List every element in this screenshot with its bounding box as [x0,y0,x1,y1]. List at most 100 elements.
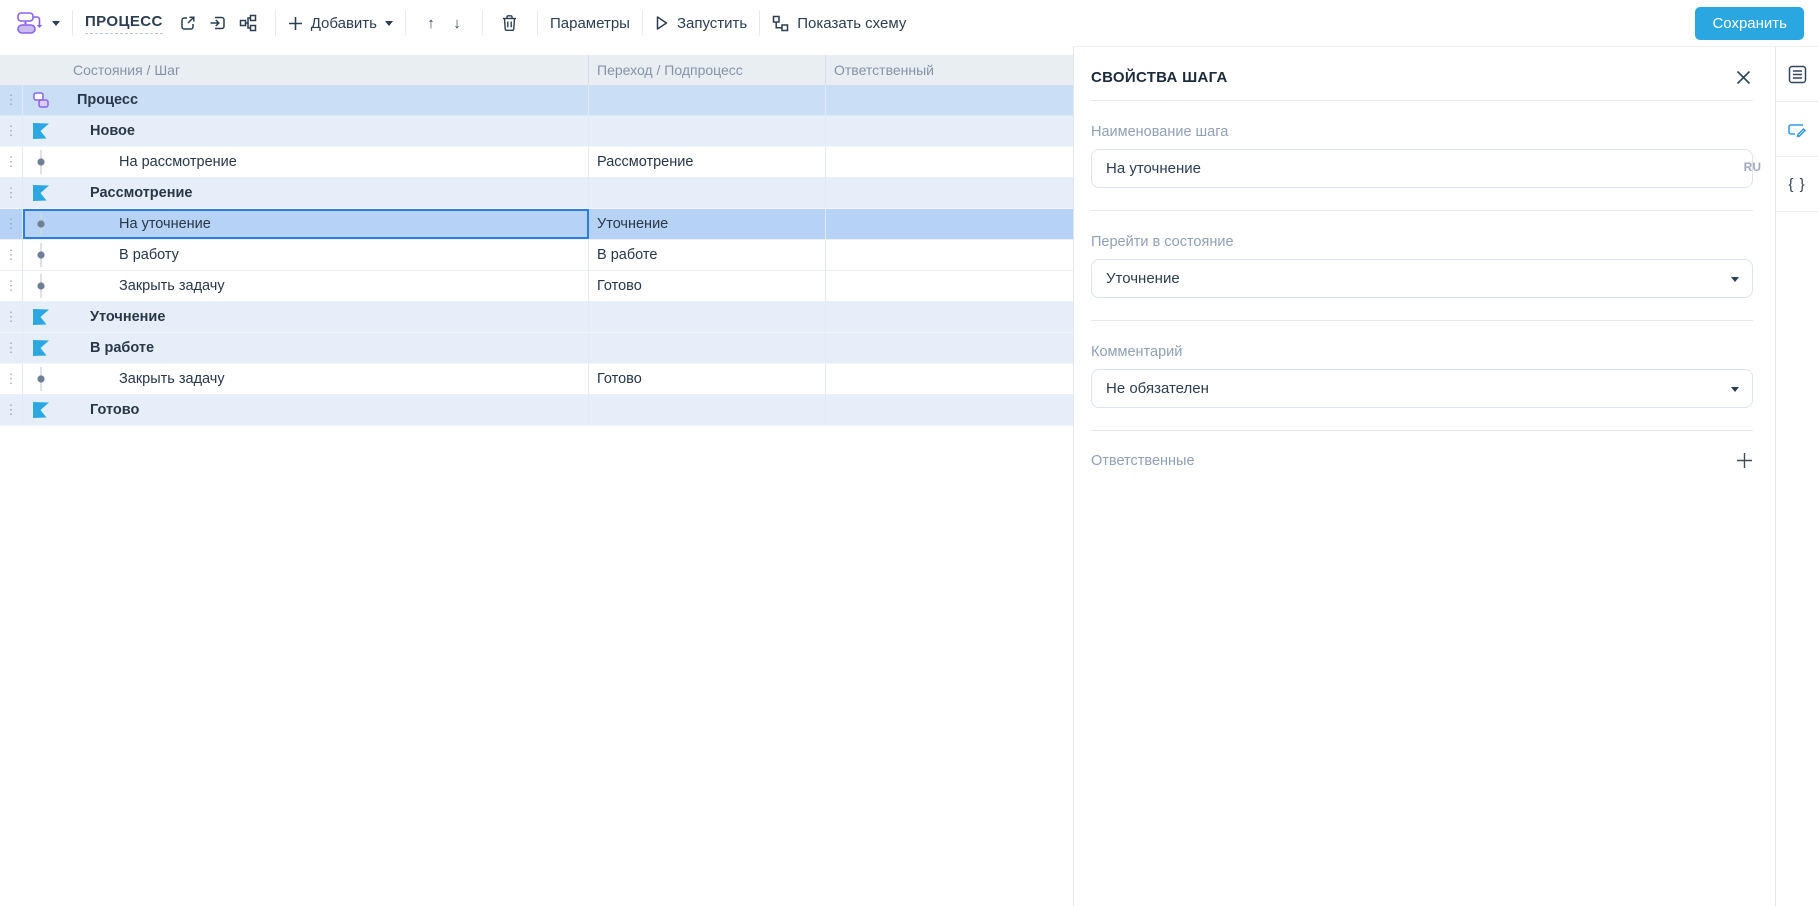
comment-value: Не обязателен [1106,380,1209,397]
drag-handle-icon[interactable]: ⋮ [0,178,23,208]
toolbar-separator [72,10,73,36]
row-name-cell[interactable]: Готово [58,395,589,425]
add-button[interactable]: Добавить [288,15,393,32]
row-name-label: В работу [119,247,179,263]
row-name-label: На рассмотрение [119,154,237,170]
table-row[interactable]: ⋮ [0,240,1073,271]
row-transition-cell[interactable]: Уточнение [589,209,826,239]
move-up-button[interactable]: ↑ [418,15,444,32]
row-type-icon [23,333,58,363]
table-row[interactable]: ⋮ [0,178,1073,209]
row-responsible-cell[interactable] [826,209,1073,239]
row-name-cell[interactable]: В работе [58,333,589,363]
row-name-cell[interactable]: На уточнение [58,209,589,239]
row-name-label: Процесс [77,92,139,108]
caret-down-icon [384,20,393,26]
row-transition-cell[interactable]: В работе [589,240,826,270]
table-row[interactable]: ⋮ [0,85,1073,116]
row-responsible-cell[interactable] [826,395,1073,425]
table-row[interactable]: ⋮ [0,209,1073,240]
step-name-label: Наименование шага [1091,124,1229,140]
drag-handle-icon[interactable]: ⋮ [0,209,23,239]
caret-down-icon [1731,387,1739,392]
row-transition-cell[interactable] [589,116,826,146]
list-box-icon [1788,65,1807,84]
go-to-state-select[interactable]: Уточнение [1091,259,1753,298]
row-transition-cell[interactable] [589,395,826,425]
row-name-cell[interactable]: Уточнение [58,302,589,332]
row-transition-cell[interactable]: Готово [589,364,826,394]
drag-handle-icon[interactable]: ⋮ [0,85,23,115]
move-down-button[interactable]: ↓ [444,15,470,32]
row-name-cell[interactable]: Закрыть задачу [58,271,589,301]
step-name-input[interactable] [1091,149,1753,188]
close-icon[interactable] [1736,70,1751,85]
drag-handle-icon[interactable]: ⋮ [0,333,23,363]
show-schema-button[interactable]: Показать схему [772,15,906,32]
table-row[interactable]: ⋮ [0,333,1073,364]
row-transition-cell[interactable] [589,178,826,208]
tab-json-code[interactable]: { } [1776,157,1818,212]
row-responsible-cell[interactable] [826,178,1073,208]
open-external-button[interactable] [173,8,203,38]
row-name-label: Рассмотрение [90,185,193,201]
app-window: ПРОЦЕСС Добавить ↑ ↓ Параметры Запустить… [0,0,1818,906]
row-responsible-cell[interactable] [826,116,1073,146]
drag-handle-icon[interactable]: ⋮ [0,302,23,332]
row-type-icon [23,209,58,239]
hierarchy-button[interactable] [233,8,263,38]
row-transition-cell[interactable]: Готово [589,271,826,301]
row-responsible-cell[interactable] [826,333,1073,363]
row-name-cell[interactable]: В работу [58,240,589,270]
table-row[interactable]: ⋮ [0,364,1073,395]
row-responsible-cell[interactable] [826,147,1073,177]
row-transition-cell[interactable]: Рассмотрение [589,147,826,177]
process-name-button[interactable]: ПРОЦЕСС [85,13,163,34]
add-responsible-button[interactable] [1736,452,1753,469]
right-rail: { } [1775,46,1818,906]
row-name-cell[interactable]: На рассмотрение [58,147,589,177]
table-row[interactable]: ⋮ [0,395,1073,426]
run-button[interactable]: Запустить [655,15,747,32]
responsible-label: Ответственные [1091,452,1195,469]
row-responsible-cell[interactable] [826,271,1073,301]
row-name-label: Закрыть задачу [119,278,225,294]
save-button[interactable]: Сохранить [1695,6,1804,40]
schema-icon [772,15,789,32]
row-responsible-cell[interactable] [826,85,1073,115]
row-responsible-cell[interactable] [826,364,1073,394]
tab-step-list[interactable] [1776,47,1818,102]
comment-select[interactable]: Не обязателен [1091,369,1753,408]
row-name-cell[interactable]: Процесс [58,85,589,115]
row-type-icon [23,116,58,146]
row-name-cell[interactable]: Рассмотрение [58,178,589,208]
row-name-cell[interactable]: Закрыть задачу [58,364,589,394]
tab-edit-form[interactable] [1776,102,1818,157]
move-to-folder-button[interactable] [203,8,233,38]
row-responsible-cell[interactable] [826,240,1073,270]
drag-handle-icon[interactable]: ⋮ [0,240,23,270]
toolbar-separator [759,10,761,36]
row-responsible-cell[interactable] [826,302,1073,332]
row-transition-cell[interactable] [589,302,826,332]
panel-divider [1091,100,1753,101]
drag-handle-icon[interactable]: ⋮ [0,147,23,177]
row-transition-cell[interactable] [589,333,826,363]
row-name-cell[interactable]: Новое [58,116,589,146]
toolbar-separator [536,10,538,36]
drag-handle-icon[interactable]: ⋮ [0,116,23,146]
drag-handle-icon[interactable]: ⋮ [0,395,23,425]
process-table: Состояния / Шаг Переход / Подпроцесс Отв… [0,46,1073,906]
table-row[interactable]: ⋮ [0,116,1073,147]
drag-handle-icon[interactable]: ⋮ [0,271,23,301]
table-row[interactable]: ⋮ [0,302,1073,333]
parameters-button[interactable]: Параметры [550,15,630,32]
drag-handle-icon[interactable]: ⋮ [0,364,23,394]
row-type-icon [23,271,58,301]
step-properties-panel: СВОЙСТВА ШАГА Наименование шага RU Перей… [1073,46,1775,906]
table-row[interactable]: ⋮ [0,271,1073,302]
table-row[interactable]: ⋮ [0,147,1073,178]
delete-button[interactable] [495,8,525,38]
process-type-menu[interactable] [14,10,60,36]
row-transition-cell[interactable] [589,85,826,115]
